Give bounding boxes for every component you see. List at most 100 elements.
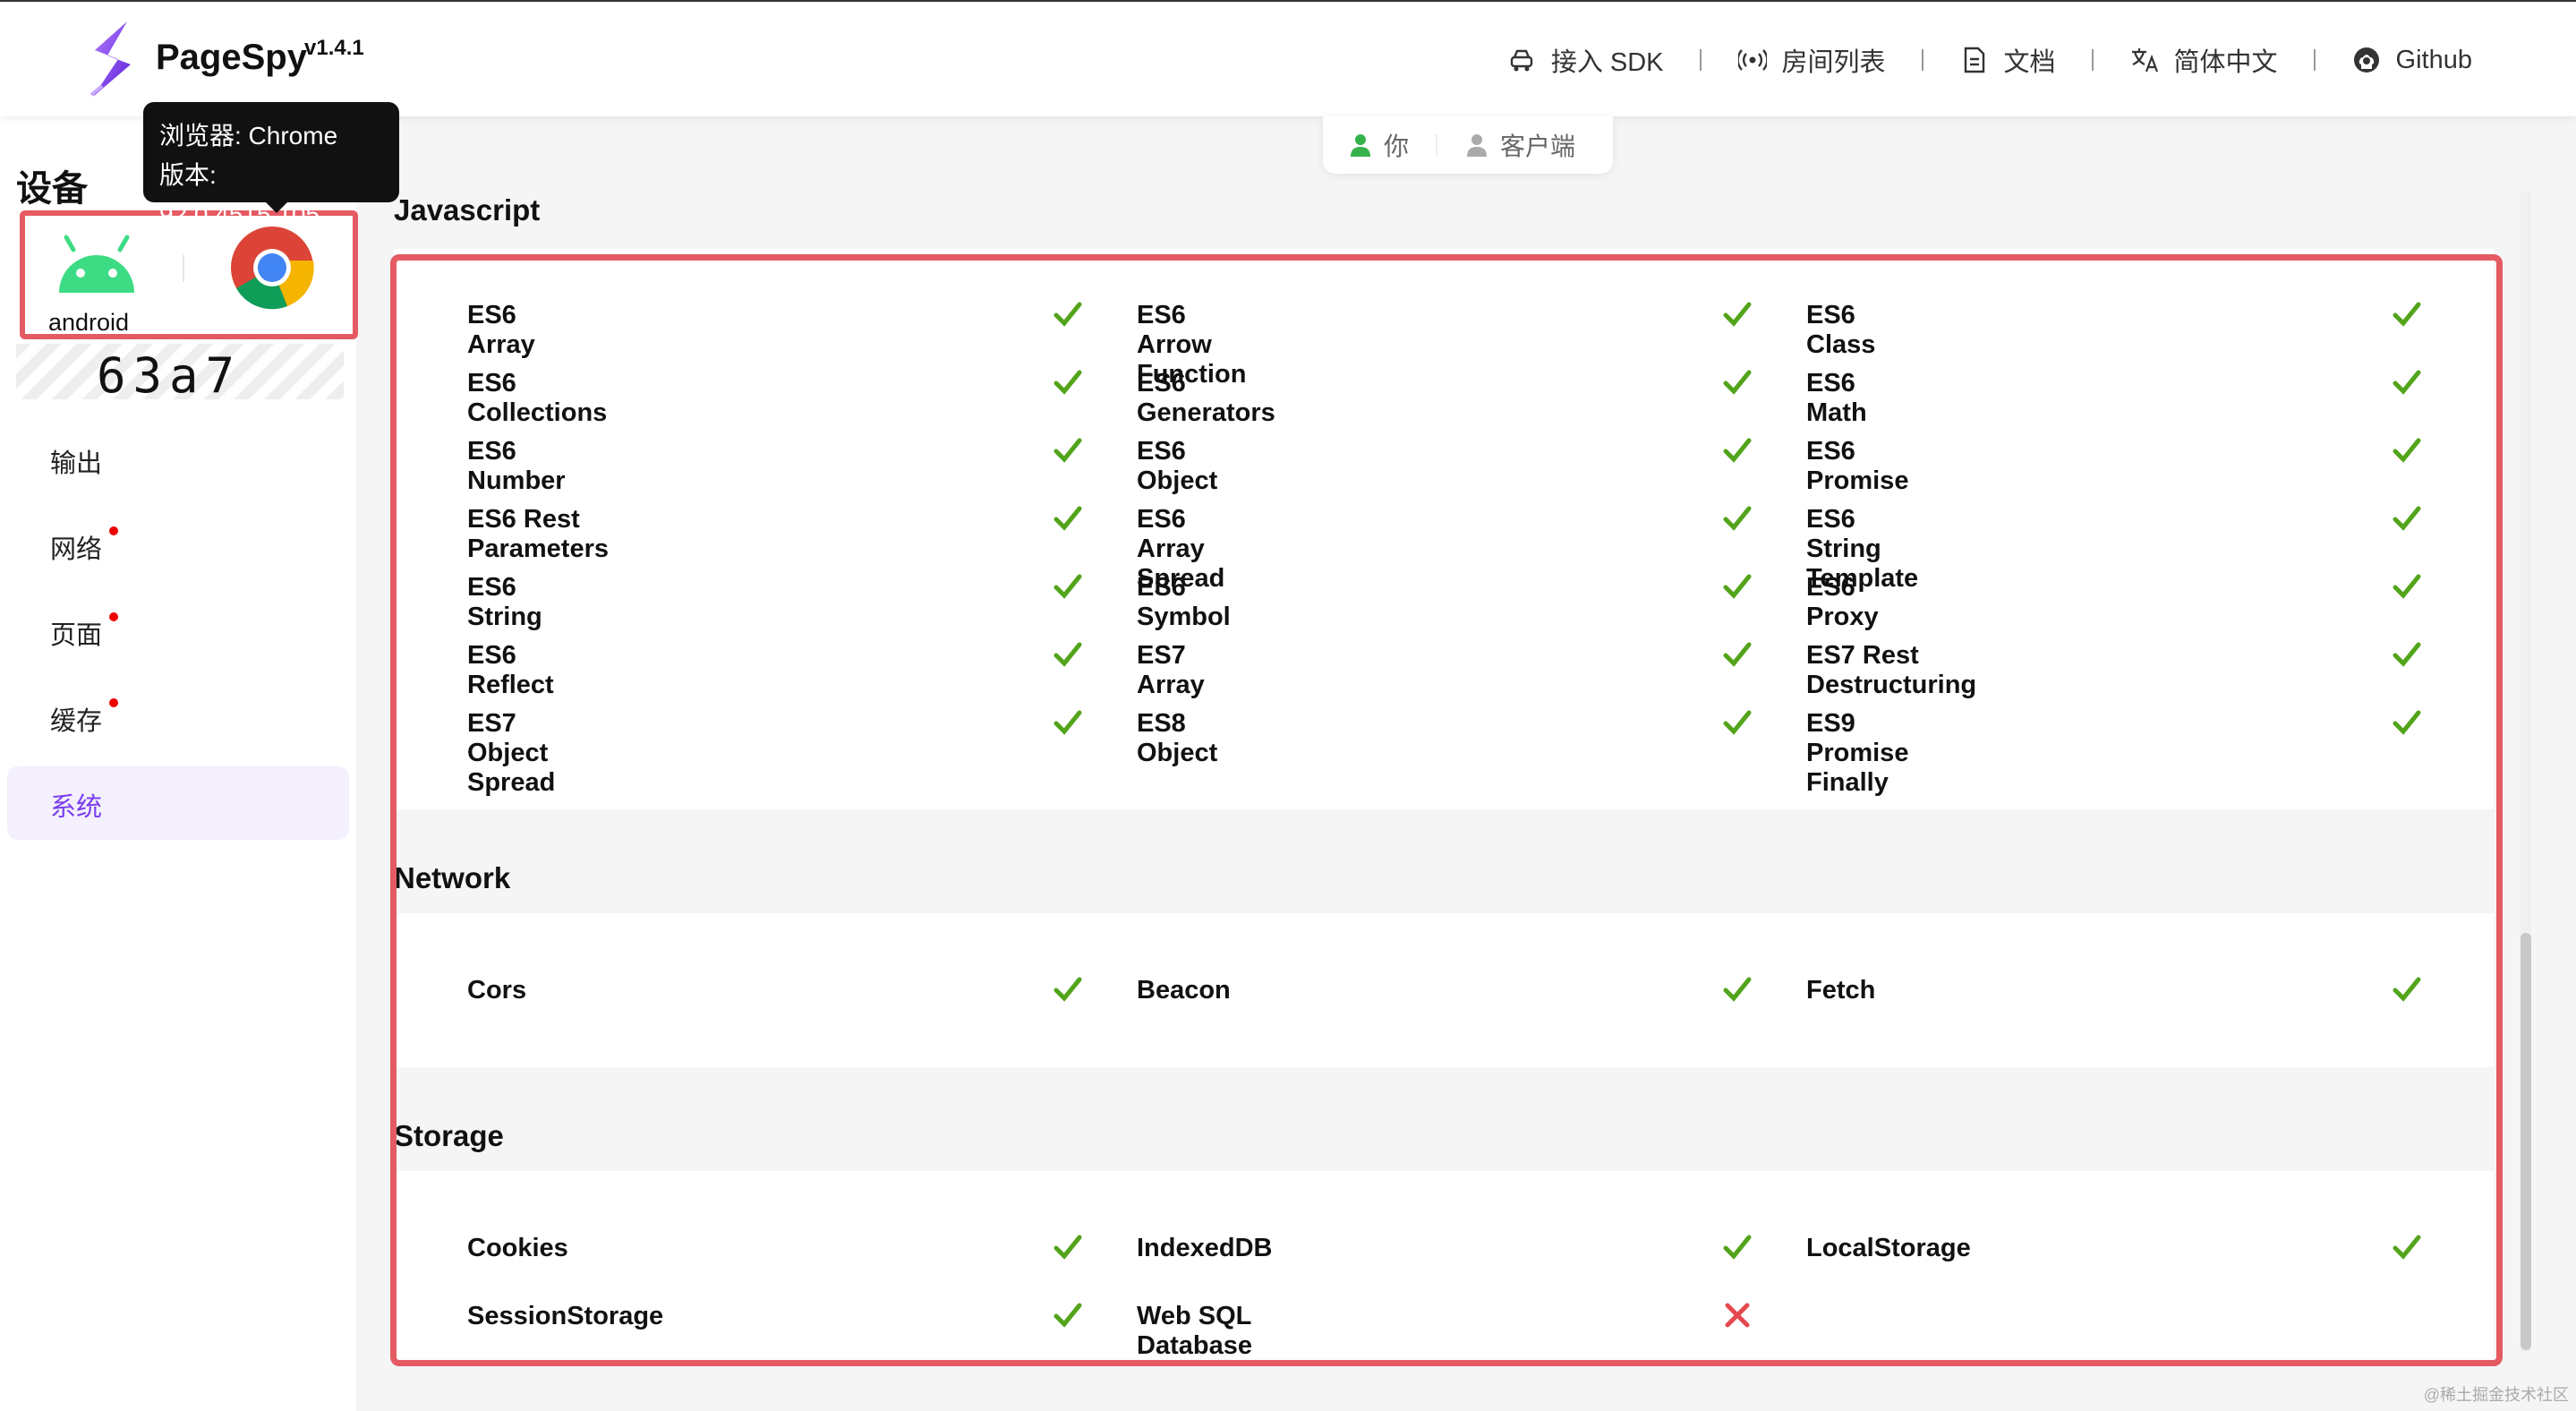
top-header: PageSpy v1.4.1 接入 SDK 房间列表 文档 简体中文 Githu… (0, 0, 2576, 116)
notification-dot (109, 526, 118, 535)
sidebar-item-label: 网络 (50, 535, 103, 564)
nav-github[interactable]: Github (2351, 45, 2472, 75)
role-divider (1436, 134, 1438, 156)
nav-rooms[interactable]: 房间列表 (1737, 41, 1886, 79)
check-icon (2393, 438, 2421, 463)
check-icon (1053, 302, 1082, 327)
sidebar-item-label: 缓存 (50, 707, 103, 736)
feature-name: ES9 Promise Finally (1806, 709, 1909, 797)
check-icon (1053, 977, 1082, 1002)
check-icon (1723, 438, 1752, 463)
section-title-javascript: Javascript (394, 193, 541, 227)
feature-name: ES6 Promise (1806, 437, 1909, 495)
check-icon (1053, 1235, 1082, 1260)
feature-name: ES6 Rest Parameters (467, 505, 609, 563)
feature-name: ES6 Class (1806, 301, 1876, 359)
check-icon (1053, 710, 1082, 735)
section-title-storage: Storage (394, 1119, 504, 1152)
feature-name: IndexedDB (1137, 1234, 1273, 1262)
nav-divider (1699, 49, 1702, 71)
check-icon (1053, 574, 1082, 599)
nav-language[interactable]: 简体中文 (2129, 41, 2278, 79)
feature-name: ES6 Collections (467, 369, 608, 427)
feature-name: ES7 Array (1137, 641, 1205, 699)
tooltip-browser: 浏览器: Chrome (159, 122, 338, 150)
nav-language-label: 简体中文 (2173, 48, 2278, 77)
network-card: Cors Beacon Fetch (394, 913, 2494, 1067)
feature-name: ES6 Proxy (1806, 573, 1879, 631)
check-icon (2393, 574, 2421, 599)
check-icon (1723, 370, 1752, 395)
android-icon (59, 235, 134, 293)
nav-docs-label: 文档 (2003, 48, 2056, 77)
section-title-network: Network (394, 861, 511, 894)
nav-sdk-label: 接入 SDK (1550, 48, 1664, 77)
device-code-strip: 63a7 (16, 344, 344, 404)
check-icon (1723, 710, 1752, 735)
check-icon (2393, 642, 2421, 667)
chrome-icon[interactable] (229, 225, 315, 311)
feature-name: Cookies (467, 1234, 568, 1262)
sidebar-item-page[interactable]: 页面 (7, 594, 349, 668)
pagespy-logo-icon[interactable] (82, 20, 138, 98)
role-client[interactable]: 客户端 (1464, 127, 1575, 163)
sidebar-item-storage[interactable]: 缓存 (7, 680, 349, 754)
nav-divider (1921, 49, 1923, 71)
feature-name: ES6 Array (467, 301, 535, 359)
nav-sdk[interactable]: 接入 SDK (1506, 41, 1664, 79)
feature-name: ES6 Reflect (467, 641, 554, 699)
check-icon (1723, 977, 1752, 1002)
check-icon (1723, 642, 1752, 667)
check-icon (1053, 642, 1082, 667)
nav-docs[interactable]: 文档 (1959, 41, 2056, 79)
brand-name[interactable]: PageSpy (156, 38, 307, 78)
role-you-label: 你 (1384, 133, 1410, 160)
feature-name: ES7 Object Spread (467, 709, 556, 797)
nav-divider (2091, 49, 2094, 71)
check-icon (1053, 370, 1082, 395)
device-code: 63a7 (97, 347, 243, 404)
check-icon (2393, 1235, 2421, 1260)
sidebar-item-system[interactable]: 系统 (7, 766, 349, 840)
nav-github-label: Github (2395, 45, 2472, 74)
broadcast-icon (1737, 45, 1768, 75)
role-client-label: 客户端 (1500, 133, 1576, 160)
feature-name: Beacon (1137, 976, 1231, 1005)
check-icon (2393, 977, 2421, 1002)
translate-icon (2129, 45, 2160, 75)
github-icon (2351, 45, 2382, 75)
role-you[interactable]: 你 (1348, 127, 1409, 163)
check-icon (1053, 506, 1082, 531)
check-icon (1723, 302, 1752, 327)
top-nav: 接入 SDK 房间列表 文档 简体中文 Github (1506, 38, 2472, 82)
notification-dot (109, 612, 118, 621)
check-icon (1723, 1235, 1752, 1260)
check-icon (2393, 370, 2421, 395)
os-label: android (48, 309, 130, 336)
sidebar-menu: 输出 网络 页面 缓存 系统 (7, 423, 349, 852)
sidebar-item-label: 输出 (50, 449, 103, 478)
notification-dot (109, 698, 118, 707)
scrollbar-thumb[interactable] (2521, 933, 2531, 1350)
sidebar-item-console[interactable]: 输出 (7, 423, 349, 496)
nav-rooms-label: 房间列表 (1781, 48, 1886, 77)
sidebar-item-label: 系统 (50, 793, 103, 822)
user-icon (1351, 134, 1370, 157)
feature-name: ES7 Rest Destructuring (1806, 641, 1977, 699)
feature-name: ES6 Object (1137, 437, 1218, 495)
check-icon (1723, 506, 1752, 531)
device-divider (183, 255, 184, 282)
feature-name: ES6 Symbol (1137, 573, 1231, 631)
cross-icon (1725, 1303, 1750, 1328)
feature-name: Fetch (1806, 976, 1876, 1005)
sidebar: 设备 android 63a7 输出 网络 页面 缓存 系统 (0, 116, 358, 1411)
car-icon (1506, 45, 1537, 75)
check-icon (2393, 302, 2421, 327)
feature-name: Cors (467, 976, 527, 1005)
brand-version: v1.4.1 (304, 36, 364, 60)
sidebar-item-network[interactable]: 网络 (7, 509, 349, 582)
feature-name: ES6 Math (1806, 369, 1867, 427)
storage-card: Cookies IndexedDB LocalStorage SessionStora… (394, 1171, 2494, 1363)
check-icon (2393, 710, 2421, 735)
sidebar-item-label: 页面 (50, 621, 103, 650)
